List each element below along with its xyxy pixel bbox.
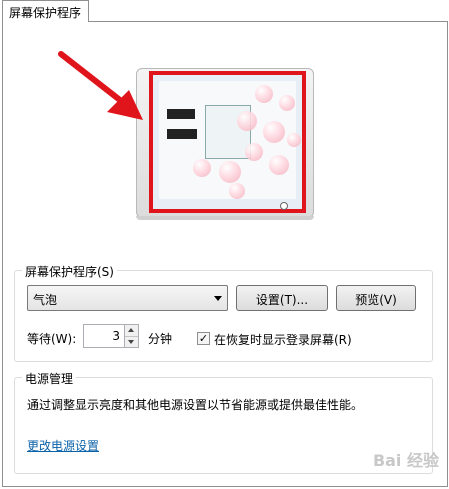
bubble xyxy=(237,111,257,131)
screensaver-group-title: 屏幕保护程序(S) xyxy=(22,263,117,280)
preview-screen xyxy=(149,71,306,213)
resume-login-checkbox[interactable]: ✓ xyxy=(197,332,210,345)
stepper-up[interactable] xyxy=(125,325,138,337)
settings-button[interactable]: 设置(T)... xyxy=(236,285,328,311)
wait-minutes-input[interactable]: 3 xyxy=(83,324,125,348)
screensaver-dropdown[interactable]: 气泡 xyxy=(27,285,228,311)
wait-label: 等待(W): xyxy=(27,332,77,346)
power-description: 通过调整显示亮度和其他电源设置以节省能源或提供最佳性能。 xyxy=(27,398,364,412)
screensaver-group xyxy=(14,270,433,362)
chevron-down-icon xyxy=(214,296,222,301)
wait-unit-label: 分钟 xyxy=(148,332,173,346)
chevron-up-icon xyxy=(128,328,134,332)
change-power-settings-link[interactable]: 更改电源设置 xyxy=(27,437,99,454)
chevron-down-icon xyxy=(128,340,134,344)
bubble xyxy=(279,95,295,111)
bubble xyxy=(229,183,245,199)
preview-thumb xyxy=(167,109,195,119)
power-group-title: 电源管理 xyxy=(22,370,77,387)
power-button-icon xyxy=(280,202,288,210)
bubble xyxy=(269,155,289,175)
bubble xyxy=(219,161,241,183)
screensaver-dropdown-value: 气泡 xyxy=(33,293,58,307)
watermark: Bai 经验 xyxy=(372,451,439,470)
stepper-down[interactable] xyxy=(125,337,138,348)
red-arrow-icon xyxy=(58,51,143,120)
resume-login-label[interactable]: 在恢复时显示登录屏幕(R) xyxy=(214,331,352,348)
power-group xyxy=(14,377,433,474)
bubble xyxy=(255,85,273,103)
preview-desktop xyxy=(159,81,301,199)
preview-button[interactable]: 预览(V) xyxy=(336,285,416,311)
tab-screensaver[interactable]: 屏幕保护程序 xyxy=(2,0,89,22)
bubble xyxy=(287,133,301,147)
monitor-stand xyxy=(136,216,314,220)
bubble xyxy=(263,121,285,143)
preview-thumb xyxy=(167,129,197,139)
bubble xyxy=(193,159,211,177)
bubble xyxy=(245,143,263,161)
wait-minutes-stepper[interactable] xyxy=(124,324,139,348)
